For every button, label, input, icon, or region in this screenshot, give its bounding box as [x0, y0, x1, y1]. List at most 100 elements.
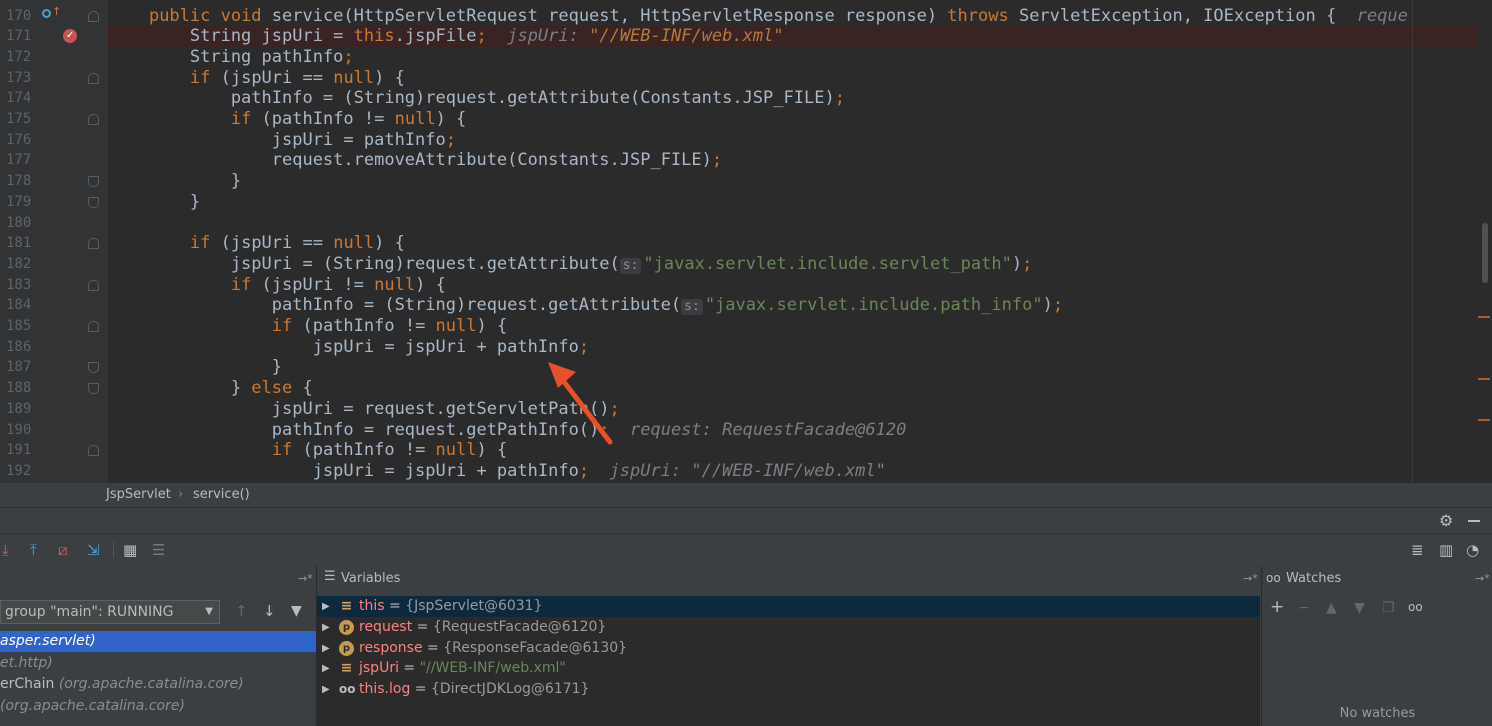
- editor-scrollbar[interactable]: [1478, 0, 1492, 483]
- code-line[interactable]: if (pathInfo != null) {: [108, 440, 1492, 461]
- gear-icon[interactable]: ⚙: [1439, 511, 1453, 530]
- gutter-line[interactable]: 179: [0, 192, 108, 213]
- drop-frame-icon[interactable]: ⧄: [58, 534, 68, 566]
- frames-pin-icon[interactable]: →*: [298, 566, 313, 592]
- fold-marker-icon[interactable]: [88, 445, 99, 457]
- gutter-line[interactable]: 172: [0, 47, 108, 68]
- variable-row[interactable]: ▶ ≡ jspUri = "//WEB-INF/web.xml": [317, 658, 1260, 679]
- gutter-line[interactable]: 189: [0, 399, 108, 420]
- override-icon[interactable]: [42, 8, 51, 18]
- stack-frame[interactable]: et.http): [0, 653, 316, 674]
- expand-arrow-icon[interactable]: ▶: [322, 638, 330, 659]
- code-editor[interactable]: 170 ↑ 171 ✓ 172 173 174 175 176 177 178 179 180 181 18…: [0, 0, 1492, 483]
- gutter-line[interactable]: 184: [0, 295, 108, 316]
- gutter-line[interactable]: 192: [0, 461, 108, 482]
- fold-marker-icon[interactable]: [88, 176, 99, 188]
- code-line[interactable]: if (jspUri != null) {: [108, 275, 1492, 296]
- code-line[interactable]: request.removeAttribute(Constants.JSP_FI…: [108, 150, 1492, 171]
- gutter-line[interactable]: 173: [0, 68, 108, 89]
- code-line[interactable]: jspUri = (String)request.getAttribute(s:…: [108, 254, 1492, 275]
- code-line[interactable]: jspUri = jspUri + pathInfo;: [108, 337, 1492, 358]
- code-line[interactable]: String pathInfo;: [108, 47, 1492, 68]
- scroll-thumb[interactable]: [1482, 223, 1488, 283]
- gutter-line[interactable]: 183: [0, 275, 108, 296]
- variable-row[interactable]: ▶ p response = {ResponseFacade@6130}: [317, 638, 1260, 659]
- stack-frame[interactable]: (org.apache.catalina.core): [0, 696, 316, 717]
- variable-row[interactable]: ▶ ≡ this = {JspServlet@6031}: [317, 596, 1260, 617]
- gutter-line[interactable]: 185: [0, 316, 108, 337]
- gutter-line[interactable]: 175: [0, 109, 108, 130]
- expand-arrow-icon[interactable]: ▶: [322, 658, 330, 679]
- code-line[interactable]: }: [108, 192, 1492, 213]
- filter-icon[interactable]: ▼: [291, 603, 302, 619]
- gutter-line[interactable]: 171 ✓: [0, 26, 108, 47]
- code-line[interactable]: jspUri = request.getServletPath();: [108, 399, 1492, 420]
- thread-selector[interactable]: group "main": RUNNING ▼: [0, 600, 220, 624]
- layout-icon[interactable]: ▥: [1439, 534, 1453, 566]
- move-up-icon[interactable]: ▲: [1326, 600, 1337, 616]
- code-area[interactable]: public void service(HttpServletRequest r…: [108, 0, 1492, 483]
- fold-marker-icon[interactable]: [88, 362, 99, 374]
- gutter-line[interactable]: 170 ↑: [0, 5, 108, 27]
- fold-marker-icon[interactable]: [88, 383, 99, 395]
- code-line[interactable]: if (pathInfo != null) {: [108, 109, 1492, 130]
- stack-frame[interactable]: asper.servlet): [0, 631, 316, 652]
- code-line[interactable]: [108, 213, 1492, 234]
- code-line[interactable]: pathInfo = request.getPathInfo(); reques…: [108, 420, 1492, 441]
- gutter-line[interactable]: 174: [0, 88, 108, 109]
- code-line[interactable]: if (pathInfo != null) {: [108, 316, 1492, 337]
- variables-pin-icon[interactable]: →*: [1243, 566, 1258, 592]
- step-into-icon[interactable]: ⤓: [2, 534, 9, 566]
- gutter-line[interactable]: 186: [0, 337, 108, 358]
- gutter-line[interactable]: 188: [0, 378, 108, 399]
- breakpoint-icon[interactable]: ✓: [63, 29, 77, 44]
- expand-arrow-icon[interactable]: ▶: [322, 596, 330, 617]
- fold-marker-icon[interactable]: [88, 196, 99, 208]
- gutter-line[interactable]: 187: [0, 357, 108, 378]
- code-line[interactable]: pathInfo = (String)request.getAttribute(…: [108, 295, 1492, 316]
- gutter-line[interactable]: 177: [0, 150, 108, 171]
- arrow-down-icon[interactable]: ↓: [263, 602, 276, 620]
- code-line[interactable]: if (jspUri == null) {: [108, 233, 1492, 254]
- expand-arrow-icon[interactable]: ▶: [322, 679, 330, 700]
- gutter-line[interactable]: 176: [0, 130, 108, 151]
- code-line[interactable]: }: [108, 171, 1492, 192]
- show-watches-icon[interactable]: oo: [1408, 600, 1423, 614]
- gutter-line[interactable]: 178: [0, 171, 108, 192]
- step-out-icon[interactable]: ⤒: [30, 534, 37, 566]
- breadcrumb-method[interactable]: service(): [193, 483, 250, 507]
- gutter-line[interactable]: 191: [0, 440, 108, 461]
- breakpoint-code-line[interactable]: String jspUri = this.jspFile; jspUri: "/…: [108, 26, 1492, 47]
- gutter-line[interactable]: 182: [0, 254, 108, 275]
- add-watch-icon[interactable]: +: [1270, 597, 1284, 617]
- trace-icon[interactable]: ☰: [152, 534, 165, 566]
- gutter-line[interactable]: 190: [0, 420, 108, 441]
- code-line[interactable]: pathInfo = (String)request.getAttribute(…: [108, 88, 1492, 109]
- watches-pin-icon[interactable]: →*: [1475, 566, 1490, 592]
- memory-gauge-icon[interactable]: ◔: [1466, 534, 1479, 566]
- fold-marker-icon[interactable]: [88, 279, 99, 291]
- stack-frame[interactable]: erChain (org.apache.catalina.core): [0, 674, 316, 695]
- minimize-icon[interactable]: [1468, 520, 1480, 522]
- fold-marker-icon[interactable]: [88, 114, 99, 125]
- gutter-line[interactable]: 180: [0, 213, 108, 234]
- fold-marker-icon[interactable]: [88, 238, 99, 250]
- error-stripe-mark[interactable]: [1478, 316, 1490, 318]
- expand-arrow-icon[interactable]: ▶: [322, 617, 330, 638]
- fold-marker-icon[interactable]: [88, 72, 99, 84]
- code-line[interactable]: }: [108, 357, 1492, 378]
- code-line[interactable]: if (jspUri == null) {: [108, 68, 1492, 89]
- code-line[interactable]: jspUri = pathInfo;: [108, 130, 1492, 151]
- list-view-icon[interactable]: ≣: [1411, 534, 1424, 566]
- code-line[interactable]: jspUri = jspUri + pathInfo; jspUri: "//W…: [108, 461, 1492, 482]
- code-line[interactable]: } else {: [108, 378, 1492, 399]
- error-stripe-mark[interactable]: [1478, 378, 1490, 380]
- run-to-cursor-icon[interactable]: ⇲: [87, 534, 100, 566]
- copy-icon[interactable]: ❐: [1382, 600, 1395, 616]
- fold-marker-icon[interactable]: [88, 321, 99, 332]
- editor-gutter[interactable]: 170 ↑ 171 ✓ 172 173 174 175 176 177 178 179 180 181 18…: [0, 0, 108, 483]
- variable-row[interactable]: ▶ p request = {RequestFacade@6120}: [317, 617, 1260, 638]
- variable-row[interactable]: ▶ oo this.log = {DirectJDKLog@6171}: [317, 679, 1260, 700]
- arrow-up-icon[interactable]: ↑: [235, 602, 248, 620]
- error-stripe-mark[interactable]: [1478, 419, 1490, 421]
